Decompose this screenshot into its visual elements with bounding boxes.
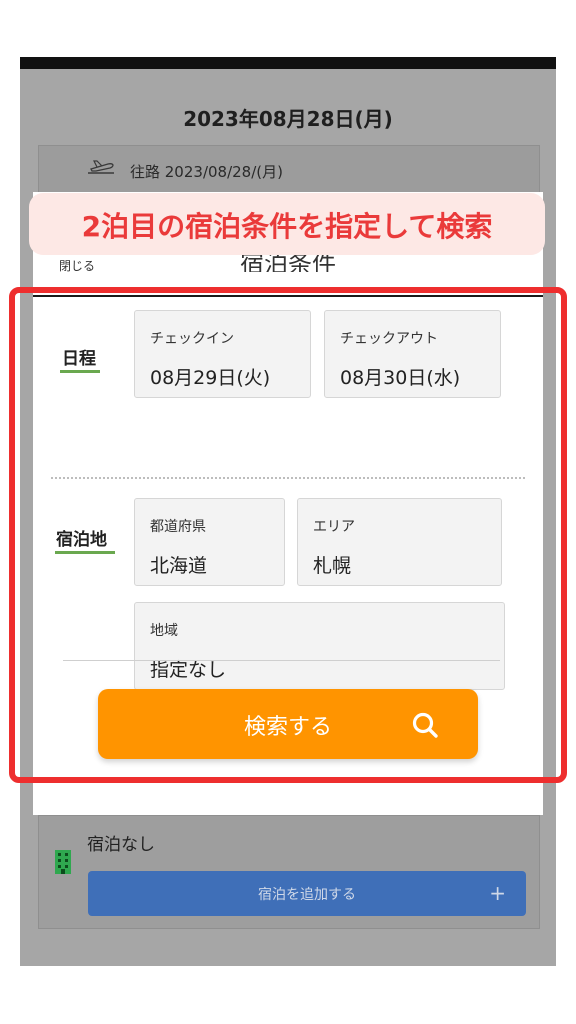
outbound-label: 往路 2023/08/28/(月) — [130, 163, 283, 181]
checkout-label: チェックアウト — [340, 331, 438, 347]
no-stay-label: 宿泊なし — [87, 835, 155, 855]
checkin-value: 08月29日(火) — [150, 367, 271, 389]
schedule-label: 日程 — [62, 349, 96, 369]
area-value: 札幌 — [313, 555, 352, 577]
section-dotted-divider — [51, 477, 525, 479]
status-bar — [20, 57, 556, 69]
prefecture-field[interactable]: 都道府県 北海道 — [134, 498, 285, 586]
checkout-value: 08月30日(水) — [340, 367, 461, 389]
schedule-underline — [60, 370, 100, 373]
prefecture-label: 都道府県 — [150, 519, 206, 535]
instruction-banner: 2泊目の宿泊条件を指定して検索 — [29, 193, 545, 255]
plus-icon: + — [489, 881, 506, 905]
instruction-banner-text: 2泊目の宿泊条件を指定して検索 — [81, 210, 493, 243]
search-button[interactable]: 検索する — [98, 689, 478, 759]
checkin-label: チェックイン — [150, 331, 234, 347]
prefecture-value: 北海道 — [150, 555, 208, 577]
lodging-place-label: 宿泊地 — [56, 530, 107, 550]
checkin-field[interactable]: チェックイン 08月29日(火) — [134, 310, 311, 398]
area-label: エリア — [313, 519, 355, 535]
header-divider — [33, 295, 543, 297]
add-stay-label: 宿泊を追加する — [258, 887, 356, 903]
lodging-place-underline — [55, 551, 115, 554]
search-divider — [63, 660, 500, 661]
add-stay-button[interactable]: 宿泊を追加する + — [88, 871, 526, 916]
page-date-title: 2023年08月28日(月) — [183, 107, 393, 131]
hotel-icon — [55, 850, 71, 874]
plane-icon — [88, 160, 114, 174]
lodging-conditions-modal: 閉じる 宿泊条件 日程 チェックイン 08月29日(火) チェックアウト 08月… — [33, 192, 543, 815]
area-field[interactable]: エリア 札幌 — [297, 498, 502, 586]
checkout-field[interactable]: チェックアウト 08月30日(水) — [324, 310, 501, 398]
region-field[interactable]: 地域 指定なし — [134, 602, 505, 690]
region-label: 地域 — [150, 623, 178, 639]
search-icon — [412, 712, 438, 738]
